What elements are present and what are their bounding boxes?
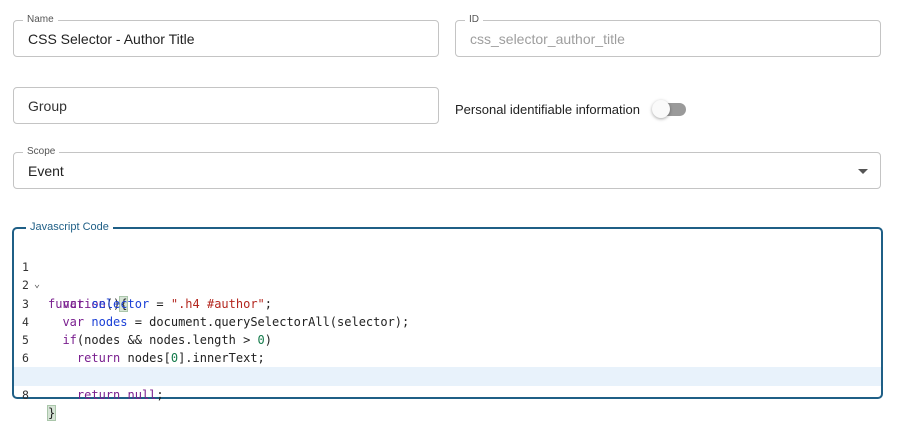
code-line-active: 8 } <box>14 367 881 421</box>
chevron-down-icon[interactable] <box>858 169 868 174</box>
group-input[interactable]: Group <box>13 87 439 124</box>
id-input-value[interactable]: css_selector_author_title <box>470 21 625 56</box>
pii-setting: Personal identifiable information <box>455 100 688 118</box>
code-line: 4 if(nodes && nodes.length > 0) <box>14 295 881 347</box>
group-placeholder: Group <box>28 97 67 114</box>
code-line: 6 else <box>14 331 881 383</box>
pii-toggle[interactable] <box>652 100 688 118</box>
code-text: } <box>46 404 57 421</box>
code-line: 3 var nodes = document.querySelectorAll(… <box>14 276 881 329</box>
code-text: return null; <box>76 387 164 402</box>
code-line: 5 return nodes[0].innerText; <box>14 313 881 365</box>
code-line: 1 ⌄ function(){ <box>14 240 881 312</box>
code-line: 7 return null; <box>14 349 881 401</box>
name-input-value[interactable]: CSS Selector - Author Title <box>28 21 195 56</box>
text-cursor <box>55 405 57 420</box>
code-line: 2 var selector = ".h4 #author"; <box>14 258 881 310</box>
javascript-code-editor[interactable]: Javascript Code 1 ⌄ function(){ 2 var se… <box>12 221 883 421</box>
line-number: 8 <box>22 387 29 402</box>
code-label: Javascript Code <box>26 221 113 234</box>
code-area[interactable]: 1 ⌄ function(){ 2 var selector = ".h4 #a… <box>14 240 881 421</box>
pii-label: Personal identifiable information <box>455 101 640 117</box>
scope-value: Event <box>28 162 64 179</box>
id-field[interactable]: ID css_selector_author_title <box>455 14 881 57</box>
scope-select[interactable]: Scope Event <box>13 146 881 189</box>
toggle-thumb <box>652 100 670 118</box>
name-field[interactable]: Name CSS Selector - Author Title <box>13 14 439 57</box>
